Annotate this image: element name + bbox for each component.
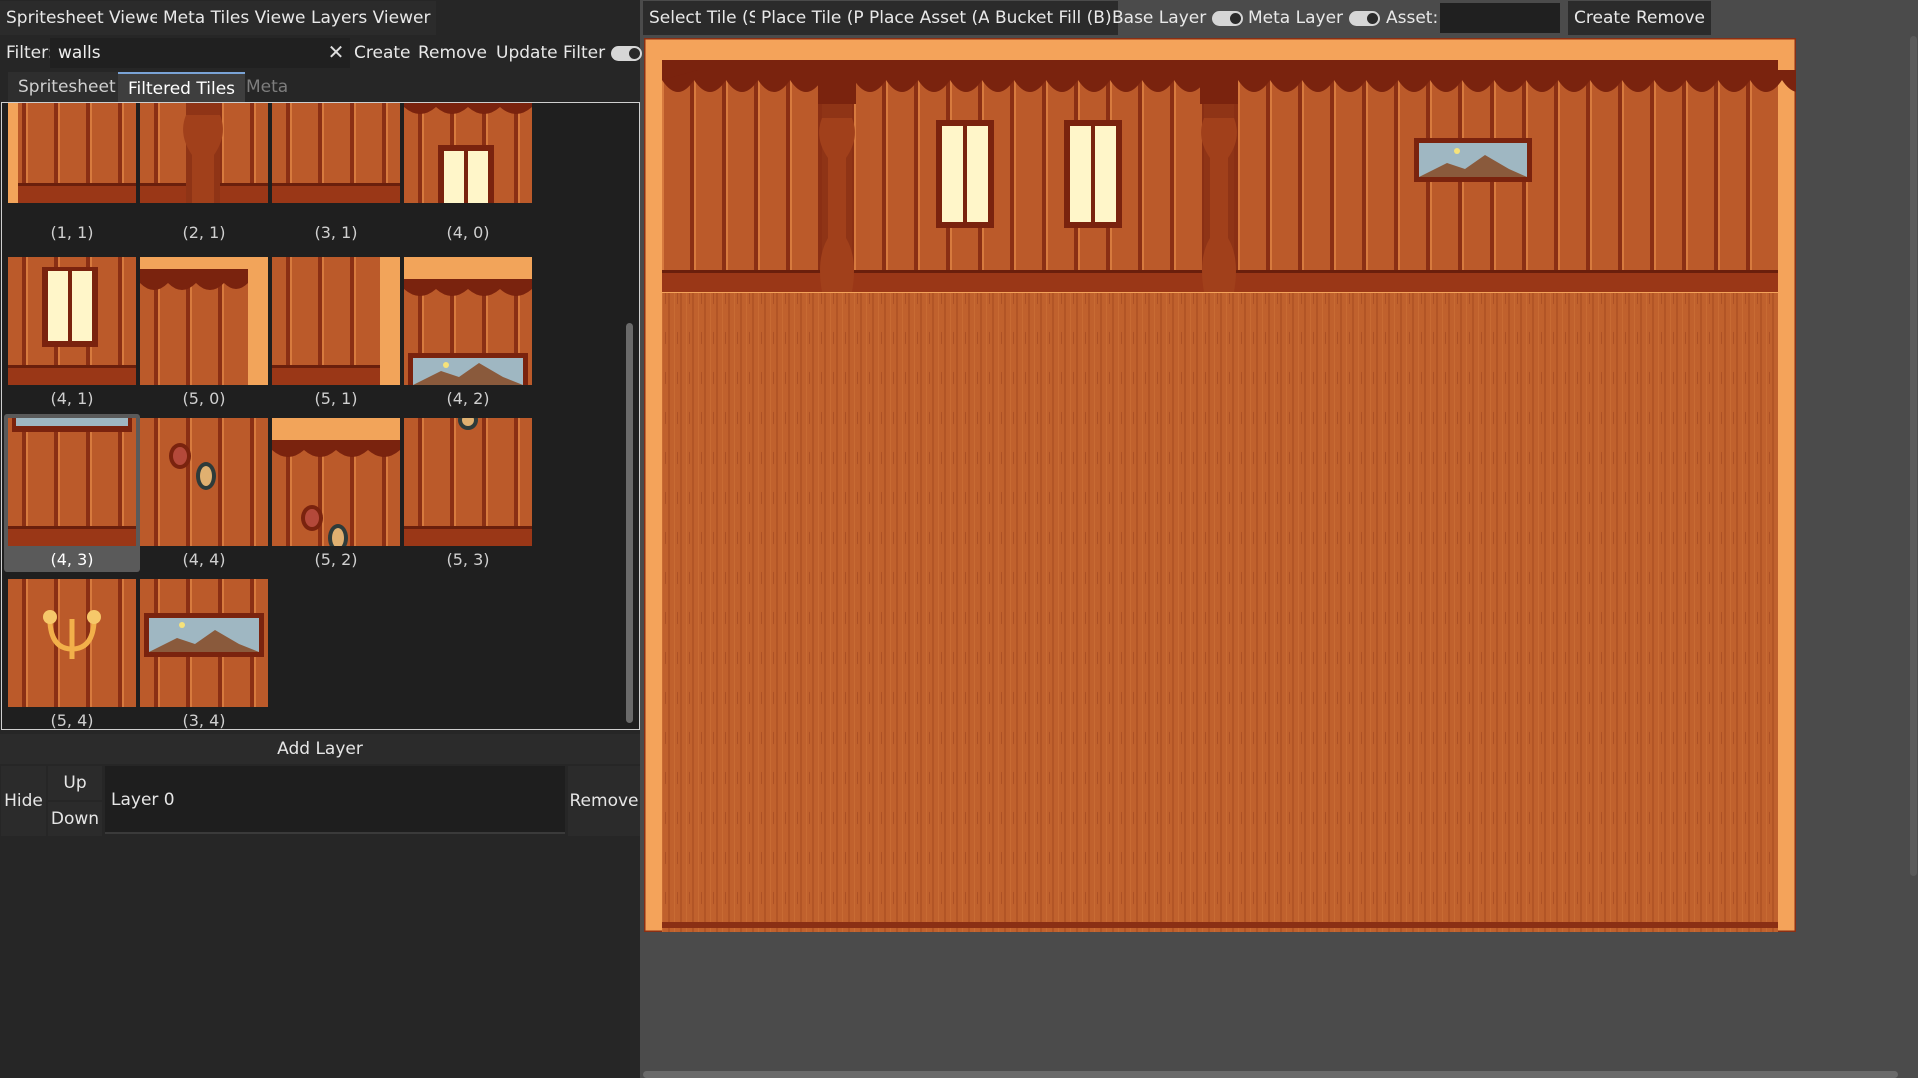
tile-coordinate-label: (5, 0) xyxy=(182,389,226,408)
add-layer-button[interactable]: Add Layer xyxy=(0,734,640,764)
editor-vertical-scrollbar[interactable] xyxy=(1910,36,1917,876)
asset-input[interactable] xyxy=(1440,3,1560,33)
update-filter-label: Update Filter xyxy=(496,43,606,63)
tile-cell[interactable]: (2, 1) xyxy=(136,103,272,242)
tile-window-icon xyxy=(8,257,136,385)
pillar xyxy=(1200,60,1238,292)
tile-coordinate-label: (4, 2) xyxy=(446,389,490,408)
sub-tab-bar: Spritesheet Filtered Tiles Meta xyxy=(8,72,640,103)
pillar xyxy=(818,60,856,292)
place-asset-button[interactable]: Place Asset (A) xyxy=(863,1,1003,35)
asset-label: Asset: xyxy=(1386,8,1439,28)
layer-name-field[interactable]: Layer 0 xyxy=(105,766,565,834)
bucket-fill-button[interactable]: Bucket Fill (B) xyxy=(989,1,1118,35)
window-icon xyxy=(1064,120,1122,228)
meta-layer-label: Meta Layer xyxy=(1248,8,1344,28)
tile-grid: (1, 1) (2, 1) (3, 1) (4, 0) (4, 1) (5, 0) (5, … xyxy=(2,103,622,730)
tile-cell[interactable]: (5, 2) xyxy=(268,414,404,572)
hide-layer-button[interactable]: Hide xyxy=(1,766,46,836)
tile-coordinate-label: (3, 1) xyxy=(314,223,358,242)
window-icon xyxy=(936,120,994,228)
tile-coordinate-label: (5, 2) xyxy=(314,550,358,569)
tile-wall-hook-icon xyxy=(404,418,532,546)
tab-spritesheet-viewer[interactable]: Spritesheet Viewer xyxy=(0,1,173,35)
tile-coordinate-label: (5, 4) xyxy=(50,711,94,730)
asset-create-button[interactable]: Create xyxy=(1568,1,1637,35)
toggle-switch-icon xyxy=(611,45,643,61)
tile-cell[interactable]: (4, 4) xyxy=(136,414,272,572)
layer-up-button[interactable]: Up xyxy=(48,766,102,800)
tile-cell[interactable]: (5, 1) xyxy=(268,253,404,411)
layer-row: Hide Up Down Layer 0 Remove xyxy=(0,766,640,836)
tile-pillar-icon xyxy=(140,103,268,221)
tile-coordinate-label: (4, 3) xyxy=(50,550,94,569)
painting-icon xyxy=(1414,138,1532,182)
tile-cell[interactable]: (4, 2) xyxy=(400,253,536,411)
asset-remove-button[interactable]: Remove xyxy=(1630,1,1711,35)
toolbar: Select Tile (S) Place Tile (P) Place Ass… xyxy=(643,1,1918,35)
tile-coordinate-label: (2, 1) xyxy=(182,223,226,242)
layer-down-button[interactable]: Down xyxy=(48,802,102,836)
tile-cell[interactable]: (1, 1) xyxy=(4,103,140,242)
tile-coordinate-label: (5, 1) xyxy=(314,389,358,408)
remove-layer-button[interactable]: Remove xyxy=(568,766,640,836)
tile-edge-right-icon xyxy=(272,257,400,385)
filter-remove-button[interactable]: Remove xyxy=(412,36,493,70)
tab-spritesheet[interactable]: Spritesheet xyxy=(8,72,126,103)
tab-meta[interactable]: Meta xyxy=(236,72,298,103)
toggle-switch-icon xyxy=(1349,10,1381,26)
update-filter-toggle[interactable]: Update Filter xyxy=(490,36,648,70)
select-tile-button[interactable]: Select Tile (S) xyxy=(643,1,773,35)
tile-corner-top-right-icon xyxy=(140,257,268,385)
tile-cell[interactable]: (4, 1) xyxy=(4,253,140,411)
tile-coordinate-label: (4, 1) xyxy=(50,389,94,408)
tile-painting-icon xyxy=(140,579,268,707)
tile-cell[interactable]: (3, 1) xyxy=(268,103,404,242)
tile-wall-selected-icon xyxy=(8,418,136,546)
tile-curtain-window-bottom-icon xyxy=(404,103,532,221)
tab-layers-viewer[interactable]: Layers Viewer xyxy=(305,1,437,35)
layer-name: Layer 0 xyxy=(111,790,175,810)
tile-cell[interactable]: (4, 0) xyxy=(400,103,536,242)
tile-cell[interactable]: (5, 4) xyxy=(4,575,140,730)
filter-create-button[interactable]: Create xyxy=(348,36,417,70)
place-tile-button[interactable]: Place Tile (P) xyxy=(755,1,877,35)
map-canvas[interactable] xyxy=(642,36,1814,963)
tile-cell[interactable]: (5, 0) xyxy=(136,253,272,411)
tile-cell[interactable]: (4, 3) xyxy=(4,414,140,572)
tab-filtered-tiles[interactable]: Filtered Tiles xyxy=(118,72,246,103)
tile-coordinate-label: (4, 4) xyxy=(182,550,226,569)
base-layer-label: Base Layer xyxy=(1112,8,1207,28)
tile-coordinate-label: (4, 0) xyxy=(446,223,490,242)
tile-cell[interactable]: (3, 4) xyxy=(136,575,272,730)
tile-coordinate-label: (5, 3) xyxy=(446,550,490,569)
tile-wall-base-left-icon xyxy=(8,103,136,221)
tile-cell[interactable]: (5, 3) xyxy=(400,414,536,572)
editor-horizontal-scrollbar[interactable] xyxy=(643,1071,1898,1078)
filter-input-value: walls xyxy=(58,43,101,63)
tile-wall-base-icon xyxy=(272,103,400,221)
map-room xyxy=(642,36,1814,963)
base-layer-toggle[interactable]: Base Layer xyxy=(1106,1,1249,35)
tile-coordinate-label: (3, 4) xyxy=(182,711,226,730)
tile-sconce-icon xyxy=(8,579,136,707)
tile-grid-panel: (1, 1) (2, 1) (3, 1) (4, 0) (4, 1) (5, 0) (5, … xyxy=(1,102,640,730)
tile-grid-scrollbar[interactable] xyxy=(626,323,633,723)
tile-curtain-plates-icon xyxy=(272,418,400,546)
tile-coordinate-label: (1, 1) xyxy=(50,223,94,242)
close-icon[interactable]: ✕ xyxy=(326,40,346,64)
tab-meta-tiles-viewer[interactable]: Meta Tiles Viewer xyxy=(157,1,319,35)
filter-input[interactable]: walls xyxy=(50,38,350,68)
tile-plates-icon xyxy=(140,418,268,546)
toggle-switch-icon xyxy=(1212,10,1244,26)
meta-layer-toggle[interactable]: Meta Layer xyxy=(1242,1,1386,35)
tile-curtain-painting-icon xyxy=(404,257,532,385)
